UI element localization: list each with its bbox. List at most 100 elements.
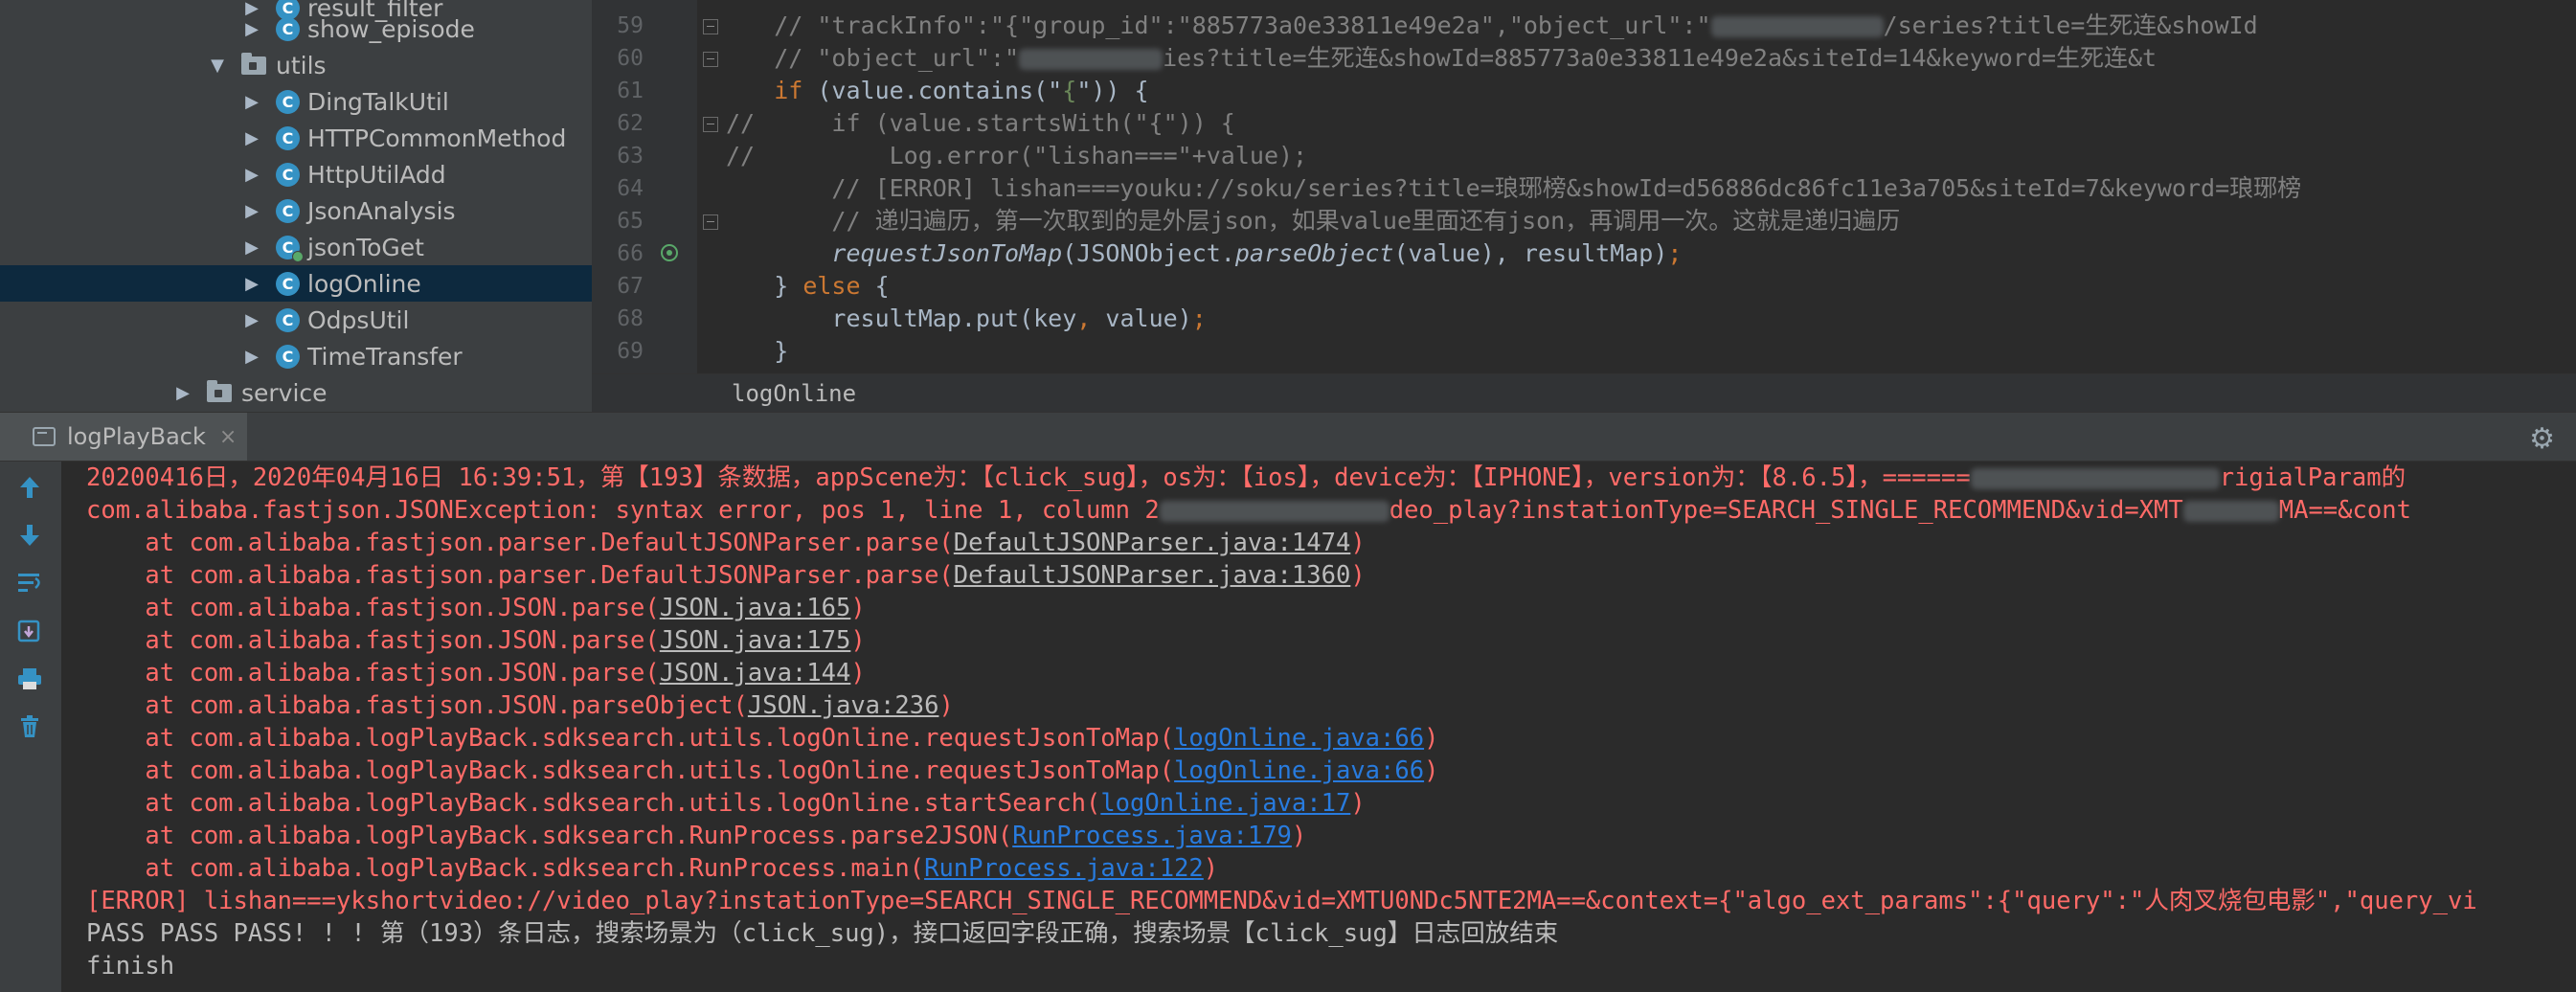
tree-item-utils[interactable]: ▼ utils [0,47,592,83]
source-link[interactable]: logOnline.java:17 [1100,789,1350,818]
tree-item-show-episode[interactable]: ▶ C show_episode [0,11,592,47]
console-text: at com.alibaba.logPlayBack.sdksearch.Run… [86,822,1013,850]
collapse-arrow-icon[interactable]: ▼ [207,55,228,76]
code-comment: /series?title=生死连&showId [1883,11,2258,39]
expand-arrow-icon[interactable]: ▶ [172,382,193,403]
console-text: at com.alibaba.logPlayBack.sdksearch.uti… [86,724,1175,753]
code-line-59: // "trackInfo":"{"group_id":"885773a0e33… [716,10,2258,42]
console-text: at com.alibaba.fastjson.parser.DefaultJS… [86,561,954,590]
run-panel-header: logPlayBack × ⚙ [0,412,2576,462]
tree-item-label: logOnline [307,269,421,298]
expand-arrow-icon[interactable]: ▶ [241,273,262,294]
tree-item-label: TimeTransfer [307,342,463,371]
code-method-call: parseObject [1234,239,1394,267]
console-text: at com.alibaba.fastjson.JSON.parseObject… [86,691,748,720]
source-link[interactable]: DefaultJSONParser.java:1360 [954,561,1351,590]
class-icon: C [276,344,300,369]
console-text: at com.alibaba.fastjson.JSON.parse( [86,659,660,688]
tree-item-odpsutil[interactable]: ▶ C OdpsUtil [0,302,592,338]
source-link[interactable]: JSON.java:144 [660,659,851,688]
class-icon: C [276,271,300,296]
tree-item-jsonanalysis[interactable]: ▶ C JsonAnalysis [0,192,592,229]
expand-arrow-icon[interactable]: ▶ [241,127,262,148]
console-text: ) [1350,561,1366,590]
expand-arrow-icon[interactable]: ▶ [241,200,262,221]
code-keyword: else [802,272,861,300]
close-icon[interactable]: × [219,425,237,449]
tree-item-httputiladd[interactable]: ▶ C HttpUtilAdd [0,156,592,192]
editor-breadcrumb: logOnline [592,373,2576,412]
run-config-icon [33,427,56,446]
code-text: value) [1091,304,1192,332]
soft-wrap-icon[interactable] [13,567,46,599]
console-text: ) [1350,529,1366,557]
expand-arrow-icon[interactable]: ▶ [241,309,262,330]
class-icon: C [276,16,300,41]
code-editor[interactable]: 59 60 61 62 63 64 65 66 67 68 69 // "tra… [592,0,2576,412]
scroll-to-end-icon[interactable] [13,615,46,647]
tree-item-logonline[interactable]: ▶ C logOnline [0,265,592,302]
code-line-64: // [ERROR] lishan===youku://soku/series?… [716,174,2302,202]
source-link[interactable]: DefaultJSONParser.java:1474 [954,529,1351,557]
tree-item-label: service [241,378,328,407]
source-link[interactable]: JSON.java:236 [748,691,939,720]
pass-log-line: PASS PASS PASS! ! ! 第（193）条日志，搜索场景为（clic… [86,919,1559,948]
run-tab-label: logPlayBack [67,423,206,450]
console-text: MA==&cont [2278,496,2411,525]
code-line-61: if (value.contains("{")) { [716,75,1149,107]
scroll-up-arrow-icon[interactable] [13,471,46,504]
tree-item-httpcommonmethod[interactable]: ▶ C HTTPCommonMethod [0,120,592,156]
code-text: ")) { [1076,77,1149,104]
tree-item-service[interactable]: ▶ service [0,374,592,411]
source-link[interactable]: JSON.java:165 [660,594,851,622]
code-comma: , [1076,304,1092,332]
code-semicolon: ; [1667,239,1683,267]
gear-icon[interactable]: ⚙ [2529,422,2555,456]
scroll-down-arrow-icon[interactable] [13,519,46,552]
tree-item-dingtalkutil[interactable]: ▶ C DingTalkUtil [0,83,592,120]
recursive-call-icon[interactable] [661,244,678,261]
tree-item-jsontoget[interactable]: ▶ C jsonToGet [0,229,592,265]
code-line-63-body: Log.error("lishan==="+value); [716,140,1308,172]
console-text: ) [850,594,866,622]
source-link[interactable]: JSON.java:175 [660,626,851,655]
redacted-text [1710,16,1884,37]
line-number: 67 [617,274,644,299]
stack-trace-line: at com.alibaba.fastjson.parser.DefaultJS… [86,527,1366,559]
console-text: ) [1424,756,1439,785]
run-tab[interactable]: logPlayBack × [0,413,247,461]
source-link[interactable]: RunProcess.java:122 [924,854,1204,883]
expand-arrow-icon[interactable]: ▶ [241,164,262,185]
expand-arrow-icon[interactable]: ▶ [241,91,262,112]
tree-item-timetransfer[interactable]: ▶ C TimeTransfer [0,338,592,374]
print-icon[interactable] [13,663,46,695]
run-console[interactable]: 20200416日，2020年04月16日 16:39:51，第【193】条数据… [61,462,2576,992]
console-text: at com.alibaba.logPlayBack.sdksearch.Run… [86,854,925,883]
trash-icon[interactable] [13,710,46,743]
class-icon: C [276,125,300,150]
console-text: at com.alibaba.logPlayBack.sdksearch.uti… [86,789,1101,818]
console-text: 20200416日，2020年04月16日 16:39:51，第【193】条数据… [86,463,1971,492]
console-text: at com.alibaba.fastjson.parser.DefaultJS… [86,529,954,557]
stack-trace-line: at com.alibaba.fastjson.JSON.parseObject… [86,689,953,722]
expand-arrow-icon[interactable]: ▶ [241,237,262,258]
editor-gutter: 59 60 61 62 63 64 65 66 67 68 69 [592,0,697,373]
line-number: 63 [617,144,644,169]
breadcrumb-item[interactable]: logOnline [732,380,856,407]
expand-arrow-icon[interactable]: ▶ [241,346,262,367]
folder-icon [207,379,232,402]
class-icon: C [276,162,300,187]
code-line-60: // "object_url":" ies?title=生死连&showId=88… [716,42,2157,75]
source-link[interactable]: logOnline.java:66 [1174,756,1424,785]
finish-log-line: finish [86,952,175,981]
stack-trace-line: at com.alibaba.fastjson.parser.DefaultJS… [86,559,1366,592]
line-number: 60 [617,46,644,71]
line-number: 66 [617,241,644,266]
source-link[interactable]: logOnline.java:66 [1174,724,1424,753]
code-comment: ies?title=生死连&showId=885773a0e33811e49e2… [1163,44,2158,72]
code-line-67: } else { [716,270,889,303]
tree-item-label: HttpUtilAdd [307,160,446,189]
code-text: (JSONObject. [1062,239,1235,267]
expand-arrow-icon[interactable]: ▶ [241,18,262,39]
source-link[interactable]: RunProcess.java:179 [1012,822,1292,850]
